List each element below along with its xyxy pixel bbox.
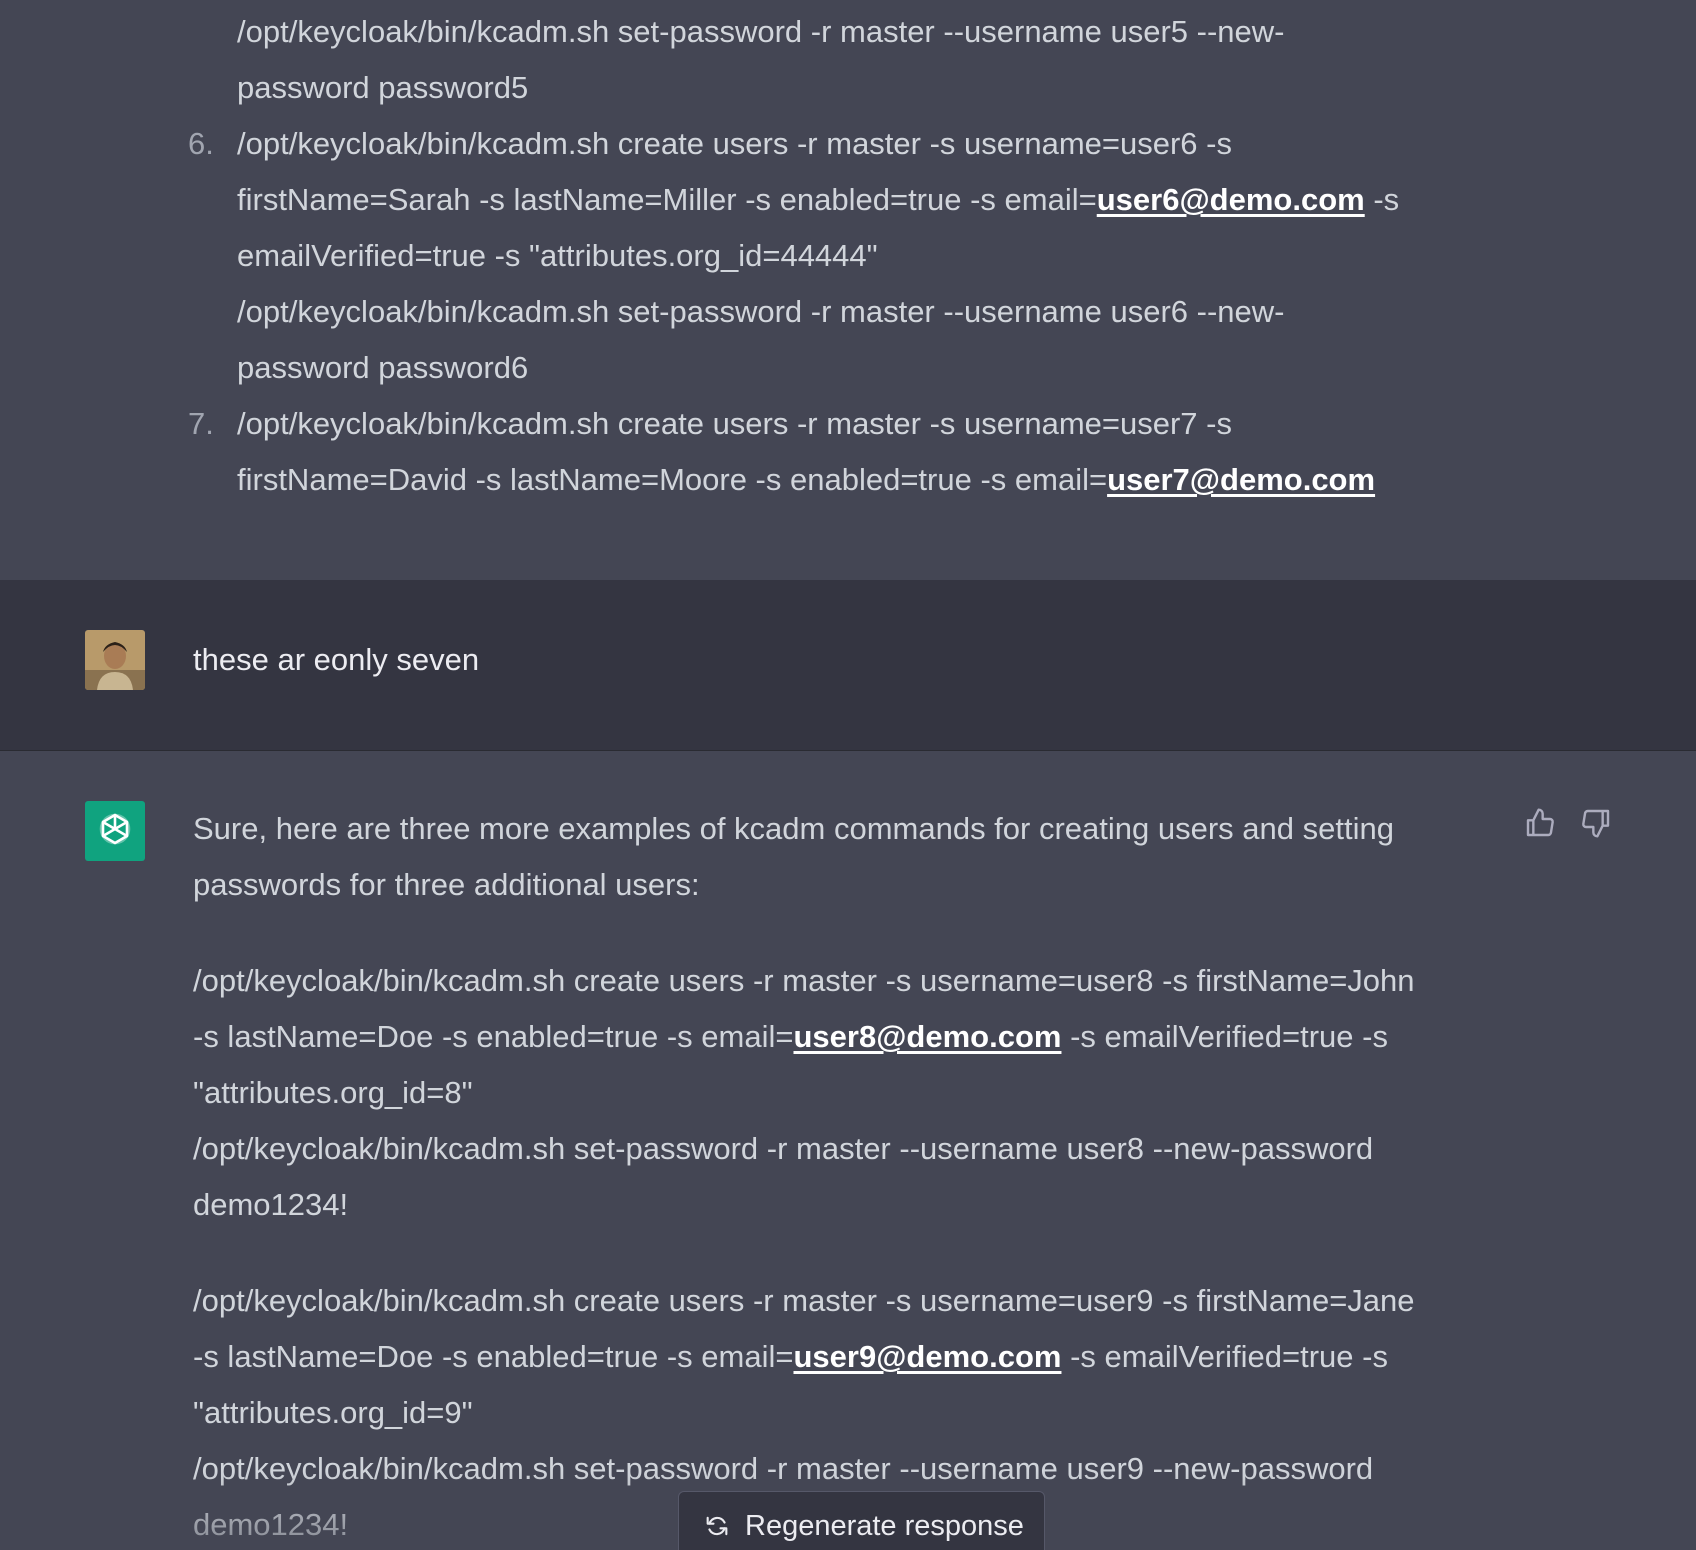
thumbs-up-icon (1526, 808, 1554, 837)
email-link[interactable]: user9@demo.com (793, 1339, 1061, 1374)
command-line: firstName=David -s lastName=Moore -s ena… (237, 452, 1375, 508)
command-line: /opt/keycloak/bin/kcadm.sh create users … (237, 126, 1232, 161)
thumbs-down-icon (1582, 809, 1610, 838)
command-line: emailVerified=true -s "attributes.org_id… (237, 238, 878, 273)
assistant-intro-line: Sure, here are three more examples of kc… (193, 811, 1394, 846)
user-avatar (85, 630, 145, 690)
list-number: 6. (188, 126, 214, 161)
assistant-avatar (85, 801, 145, 861)
command-line: /opt/keycloak/bin/kcadm.sh set-password … (193, 1131, 1374, 1166)
command-text: -s lastName=Doe -s enabled=true -s email… (193, 1339, 794, 1374)
command-line: /opt/keycloak/bin/kcadm.sh set-password … (237, 14, 1285, 49)
user-avatar-image (85, 630, 145, 690)
thumbs-down-button[interactable] (1578, 805, 1614, 841)
regenerate-label: Regenerate response (745, 1509, 1024, 1542)
command-line: /opt/keycloak/bin/kcadm.sh set-password … (237, 294, 1285, 329)
openai-logo-icon (99, 813, 131, 845)
chat-page: /opt/keycloak/bin/kcadm.sh set-password … (0, 0, 1696, 1550)
refresh-icon (706, 1516, 728, 1536)
command-line: "attributes.org_id=9" (193, 1395, 473, 1430)
email-link[interactable]: user7@demo.com (1107, 462, 1375, 497)
assistant-intro-line: passwords for three additional users: (193, 867, 700, 902)
command-line: /opt/keycloak/bin/kcadm.sh create users … (193, 963, 1415, 998)
command-line: demo1234! (193, 1187, 349, 1222)
command-line: firstName=Sarah -s lastName=Miller -s en… (237, 172, 1399, 228)
command-text: firstName=David -s lastName=Moore -s ena… (237, 462, 1108, 497)
assistant-message: Sure, here are three more examples of kc… (0, 751, 1696, 1550)
command-line: -s lastName=Doe -s enabled=true -s email… (193, 1329, 1388, 1385)
command-line: /opt/keycloak/bin/kcadm.sh set-password … (193, 1451, 1374, 1486)
command-line: "attributes.org_id=8" (193, 1075, 473, 1110)
command-line: password password6 (237, 350, 529, 385)
thumbs-up-button[interactable] (1522, 805, 1558, 841)
user-message-text: these ar eonly seven (193, 642, 480, 677)
email-link[interactable]: user6@demo.com (1097, 182, 1365, 217)
command-text: firstName=Sarah -s lastName=Miller -s en… (237, 182, 1097, 217)
command-text: -s (1364, 182, 1400, 217)
user-message: these ar eonly seven (0, 580, 1696, 751)
command-text: -s emailVerified=true -s (1061, 1019, 1388, 1054)
command-line: /opt/keycloak/bin/kcadm.sh create users … (193, 1283, 1415, 1318)
email-link[interactable]: user8@demo.com (793, 1019, 1061, 1054)
assistant-message-previous: /opt/keycloak/bin/kcadm.sh set-password … (0, 0, 1696, 580)
command-line: demo1234! (193, 1507, 349, 1542)
regenerate-response-button[interactable]: Regenerate response (678, 1491, 1045, 1550)
command-line: -s lastName=Doe -s enabled=true -s email… (193, 1009, 1388, 1065)
command-line: /opt/keycloak/bin/kcadm.sh create users … (237, 406, 1232, 441)
command-text: -s emailVerified=true -s (1061, 1339, 1388, 1374)
command-text: -s lastName=Doe -s enabled=true -s email… (193, 1019, 794, 1054)
list-number: 7. (188, 406, 214, 441)
command-line: password password5 (237, 70, 529, 105)
